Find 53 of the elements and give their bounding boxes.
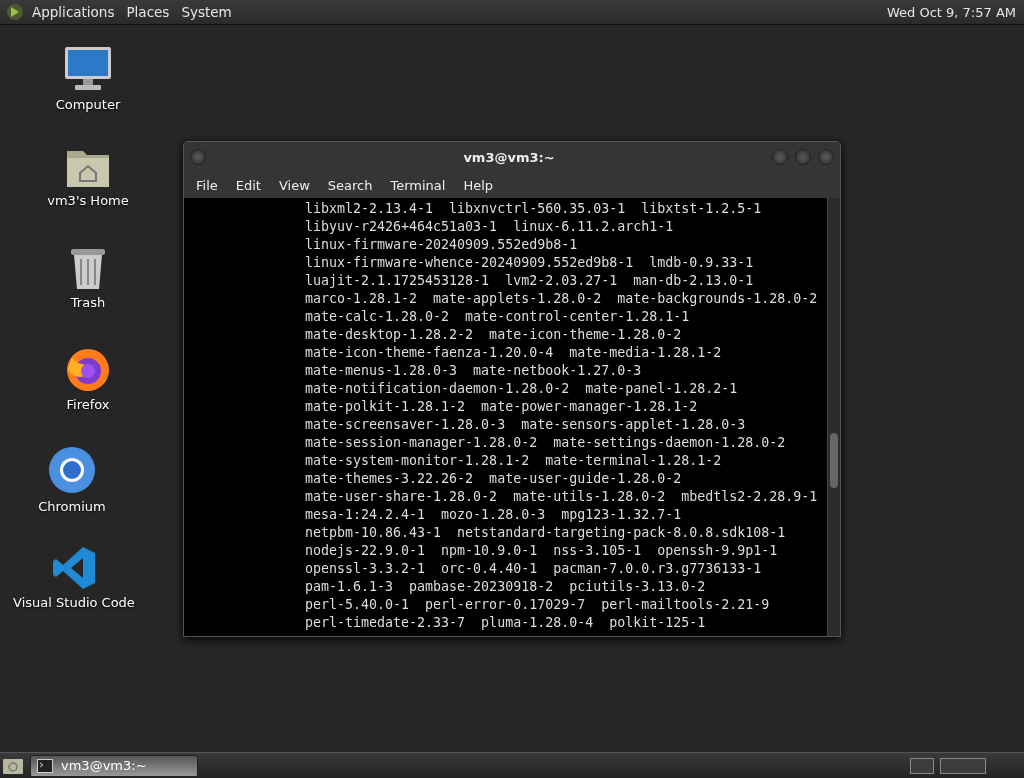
terminal-line: mate-screensaver-1.28.0-3 mate-sensors-applet-1.28.0-3	[305, 416, 747, 434]
terminal-line: perl-timedate-2.33-7 pluma-1.28.0-4 polkit-125-1	[305, 614, 707, 632]
monitor-icon	[63, 45, 113, 93]
terminal-line: mate-themes-3.22.26-2 mate-user-guide-1.28.0-2	[305, 470, 683, 488]
terminal-line: mate-icon-theme-faenza-1.20.0-4 mate-media-1.28.1-2	[305, 344, 723, 362]
terminal-line: mate-session-manager-1.28.0-2 mate-settings-daemon-1.28.0-2	[305, 434, 787, 452]
terminal-line: mesa-1:24.2.4-1 mozo-1.28.0-3 mpg123-1.32.7-1	[305, 506, 683, 524]
menu-item[interactable]: File	[188, 177, 226, 193]
terminal-line: mate-calc-1.28.0-2 mate-control-center-1.28.1-1	[305, 308, 691, 326]
desktop-icon-label[interactable]: Visual Studio Code	[13, 595, 135, 610]
code-editor-icon	[51, 545, 97, 591]
clock[interactable]: Wed Oct 9, 7:57 AM	[886, 4, 1018, 20]
terminal-line: linux-firmware-whence-20240909.552ed9b8-1 lmdb-0.9.33-1	[305, 254, 755, 272]
desktop-icon-label[interactable]: Trash	[70, 295, 106, 310]
terminal-line: pam-1.6.1-3 pambase-20230918-2 pciutils-3.13.0-2	[305, 578, 707, 596]
terminal-line: mate-desktop-1.28.2-2 mate-icon-theme-1.28.0-2	[305, 326, 683, 344]
terminal-icon	[37, 758, 53, 773]
close-button[interactable]	[818, 149, 834, 165]
terminal-line: openssl-3.3.2-1 orc-0.4.40-1 pacman-7.0.0.r3.g7736133-1	[305, 560, 763, 578]
panel-menu[interactable]: Places	[122, 4, 174, 20]
minimize-button[interactable]	[772, 149, 788, 165]
terminal-line: marco-1.28.1-2 mate-applets-1.28.0-2 mate-backgrounds-1.28.0-2	[305, 290, 819, 308]
terminal-line: mate-menus-1.28.0-3 mate-netbook-1.27.0-3	[305, 362, 643, 380]
menu-item[interactable]: View	[270, 177, 318, 193]
desktop-icon-label[interactable]: Firefox	[66, 397, 110, 412]
chromium-icon	[47, 445, 97, 495]
terminal-line: mate-notification-daemon-1.28.0-2 mate-panel-1.28.2-1	[305, 380, 739, 398]
menu-item[interactable]: Edit	[227, 177, 269, 193]
terminal-line: mate-polkit-1.28.1-2 mate-power-manager-1.28.1-2	[305, 398, 699, 416]
workspace-switcher[interactable]	[940, 757, 986, 774]
maximize-button[interactable]	[795, 149, 811, 165]
distro-logo-icon[interactable]	[6, 3, 24, 21]
desktop-icon-label[interactable]: Chromium	[38, 499, 106, 514]
panel-menu[interactable]: Applications	[28, 4, 119, 20]
menu-item[interactable]: Help	[455, 177, 502, 193]
terminal-line: luajit-2.1.1725453128-1 lvm2-2.03.27-1 man-db-2.13.0-1	[305, 272, 755, 290]
panel-menu[interactable]: System	[177, 4, 236, 20]
taskbar-button[interactable]: vm3@vm3:~	[30, 754, 198, 777]
terminal-line: linux-firmware-20240909.552ed9b8-1	[305, 236, 579, 254]
desktop-icon-label[interactable]: vm3's Home	[47, 193, 129, 208]
desktop-icon-label[interactable]: Computer	[55, 97, 121, 112]
terminal-line: mate-system-monitor-1.28.1-2 mate-terminal-1.28.1-2	[305, 452, 723, 470]
menu-item[interactable]: Search	[319, 177, 381, 193]
window-menu-button[interactable]	[190, 149, 206, 165]
terminal-line: netpbm-10.86.43-1 netstandard-targeting-pack-8.0.8.sdk108-1	[305, 524, 787, 542]
window-title: vm3@vm3:~	[462, 149, 555, 165]
terminal-line: nodejs-22.9.0-1 npm-10.9.0-1 nss-3.105-1 openssh-9.9p1-1	[305, 542, 779, 560]
terminal-line: perl-5.40.0-1 perl-error-0.17029-7 perl-mailtools-2.21-9	[305, 596, 771, 614]
terminal-line: mate-user-share-1.28.0-2 mate-utils-1.28.0-2 mbedtls2-2.28.9-1	[305, 488, 819, 506]
menu-item[interactable]: Terminal	[382, 177, 454, 193]
terminal-line: libyuv-r2426+464c51a03-1 linux-6.11.2.arch1-1	[305, 218, 675, 236]
terminal-line: libxml2-2.13.4-1 libxnvctrl-560.35.03-1 libxtst-1.2.5-1	[305, 200, 763, 218]
workspace-switcher[interactable]	[910, 757, 934, 774]
